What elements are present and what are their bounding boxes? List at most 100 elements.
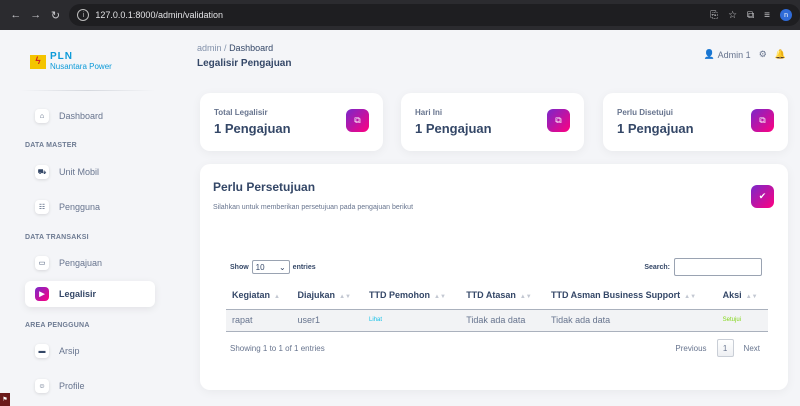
sidebar-item-label: Arsip [59, 346, 80, 356]
entries-label: entries [292, 263, 316, 271]
cell-diajukan: user1 [291, 309, 364, 332]
home-icon: ⌂ [35, 109, 49, 123]
gear-icon[interactable]: ⚙ [759, 49, 767, 60]
column-header-ttd-asman[interactable]: TTD Asman Business Support ▲▼ [544, 282, 717, 310]
sort-icon: ▲▼ [684, 294, 697, 301]
stat-card-pending: Perlu Disetujui 1 Pengajuan ⧉ [603, 93, 788, 151]
sidebar-item-profile[interactable]: ☺ Profile [25, 373, 155, 399]
sidebar-item-arsip[interactable]: ▬ Arsip [25, 338, 155, 364]
stat-value: 1 Pengajuan [214, 121, 291, 136]
sidebar-item-label: Pengguna [59, 202, 101, 212]
stat-value: 1 Pengajuan [415, 121, 492, 136]
table-header-row: Kegiatan ▲ Diajukan ▲▼ TTD Pemohon ▲▼ TTD A… [226, 282, 768, 310]
folder-icon: ▬ [35, 344, 49, 358]
column-header-aksi[interactable]: Aksi ▲▼ [716, 282, 768, 310]
stat-card-today: Hari Ini 1 Pengajuan ⧉ [401, 93, 584, 151]
view-link[interactable]: Lihat [363, 309, 461, 332]
entries-select[interactable]: 10 ⌄ [251, 260, 290, 274]
sidebar-item-dashboard[interactable]: ⌂ Dashboard [25, 103, 155, 129]
extensions-icon[interactable]: ⧉ [747, 10, 754, 21]
sidebar-item-label: Unit Mobil [59, 167, 100, 177]
sidebar: ϟ PLN Nusantara Power ⌂ Dashboard DATA M… [0, 30, 170, 406]
cell-ttd-asman: Tidak ada data [544, 309, 717, 332]
card-title: Perlu Persetujuan [213, 180, 316, 194]
reload-icon[interactable]: ↻ [48, 7, 64, 23]
browser-toolbar: ← → ↻ i 127.0.0.1:8000/admin/validation … [0, 0, 800, 30]
document-icon: ▭ [35, 256, 49, 270]
cell-ttd-atasan: Tidak ada data [460, 309, 545, 332]
address-bar[interactable]: i 127.0.0.1:8000/admin/validation ⎘ ☆ ⧉ … [69, 4, 800, 26]
sidebar-item-label: Pengajuan [59, 258, 103, 268]
table-row: rapat user1 Lihat Tidak ada data Tidak a… [226, 309, 768, 332]
forward-icon[interactable]: → [28, 7, 44, 23]
sort-icon: ▲▼ [434, 294, 446, 301]
sidebar-item-label: Legalisir [59, 289, 97, 299]
car-icon: ⛟ [35, 165, 49, 179]
user-icon: 👤 [703, 49, 715, 59]
card-subtitle: Silahkan untuk memberikan persetujuan pa… [213, 204, 414, 211]
section-data-master: DATA MASTER [25, 142, 77, 149]
column-header-ttd-atasan[interactable]: TTD Atasan ▲▼ [460, 282, 545, 310]
lightning-logo-icon: ϟ [30, 54, 46, 69]
length-control: Show 10 ⌄ entries [230, 260, 316, 274]
column-header-ttd-pemohon[interactable]: TTD Pemohon ▲▼ [363, 282, 461, 310]
stamp-icon: ▶ [35, 287, 49, 301]
stack-icon: ⧉ [547, 109, 570, 132]
pln-logo[interactable]: ϟ PLN Nusantara Power [30, 52, 112, 71]
column-header-kegiatan[interactable]: Kegiatan ▲ [226, 282, 292, 310]
sort-icon: ▲▼ [745, 294, 758, 301]
sidebar-item-unit-mobil[interactable]: ⛟ Unit Mobil [25, 159, 155, 185]
approval-card: Perlu Persetujuan Silahkan untuk memberi… [200, 164, 788, 390]
previous-button[interactable]: Previous [675, 344, 706, 353]
show-label: Show [230, 263, 249, 271]
cell-kegiatan: rapat [226, 309, 292, 332]
pagination: Previous 1 Next [675, 339, 760, 357]
back-icon[interactable]: ← [8, 7, 24, 23]
entries-value: 10 [255, 262, 265, 272]
sidebar-item-label: Profile [59, 381, 85, 391]
sidebar-item-label: Dashboard [59, 111, 104, 121]
approval-table: Kegiatan ▲ Diajukan ▲▼ TTD Pemohon ▲▼ TTD A… [226, 282, 768, 332]
media-icon[interactable]: ≡ [764, 10, 770, 21]
page-title: Legalisir Pengajuan [197, 58, 292, 69]
translate-icon[interactable]: ⎘ [710, 10, 718, 21]
url-text: 127.0.0.1:8000/admin/validation [95, 10, 223, 20]
site-info-icon[interactable]: i [77, 9, 90, 21]
stack-icon: ⧉ [751, 109, 774, 132]
column-header-diajukan[interactable]: Diajukan ▲▼ [291, 282, 364, 310]
search-input[interactable] [674, 258, 762, 276]
users-icon: ☷ [35, 200, 49, 214]
breadcrumb-separator: / [224, 43, 227, 53]
search-control: Search: [644, 258, 762, 276]
user-menu[interactable]: 👤 Admin 1 [703, 49, 750, 60]
next-button[interactable]: Next [744, 344, 760, 353]
logo-subtitle: Nusantara Power [50, 62, 112, 71]
bell-icon[interactable]: 🔔 [775, 49, 786, 60]
stat-value: 1 Pengajuan [617, 121, 694, 136]
chevron-down-icon: ⌄ [278, 262, 286, 272]
bookmark-star-icon[interactable]: ☆ [728, 10, 737, 21]
breadcrumb: admin / Dashboard [197, 43, 273, 53]
breadcrumb-root[interactable]: admin [197, 43, 222, 53]
sidebar-divider [20, 90, 155, 91]
check-circle-icon: ✔ [751, 185, 774, 208]
table-info: Showing 1 to 1 of 1 entries [230, 344, 325, 353]
user-name: Admin 1 [717, 49, 751, 60]
section-data-transaksi: DATA TRANSAKSI [25, 234, 89, 241]
sort-icon: ▲▼ [339, 294, 351, 301]
stat-label: Hari Ini [415, 108, 443, 117]
approve-button[interactable]: Setujui [716, 309, 768, 332]
debug-badge-icon[interactable]: ⚑ [0, 393, 10, 406]
sidebar-item-pengajuan[interactable]: ▭ Pengajuan [25, 250, 155, 276]
stat-label: Total Legalisir [214, 108, 268, 117]
sort-icon: ▲▼ [519, 294, 532, 301]
stat-card-total: Total Legalisir 1 Pengajuan ⧉ [200, 93, 383, 151]
profile-icon: ☺ [35, 379, 49, 393]
sidebar-item-pengguna[interactable]: ☷ Pengguna [25, 194, 155, 220]
breadcrumb-current: Dashboard [229, 43, 274, 53]
stat-label: Perlu Disetujui [617, 108, 674, 117]
profile-avatar[interactable]: n [780, 9, 793, 21]
page-1-button[interactable]: 1 [716, 339, 734, 357]
sidebar-item-legalisir[interactable]: ▶ Legalisir [25, 281, 155, 307]
stack-icon: ⧉ [346, 109, 369, 132]
